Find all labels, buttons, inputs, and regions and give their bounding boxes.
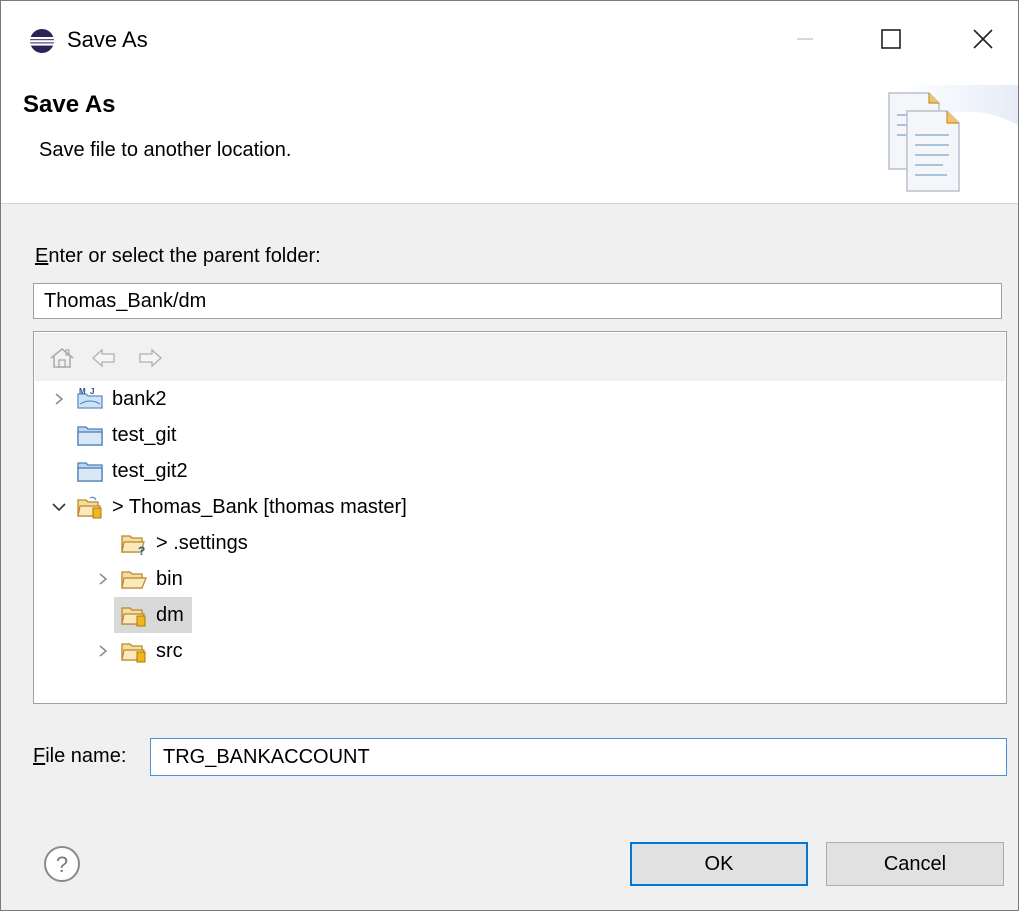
- chevron-down-icon[interactable]: [48, 496, 70, 518]
- parent-folder-label-mnemonic: E: [35, 245, 49, 267]
- open-folder-icon: [120, 566, 148, 592]
- tree-item-label: > .settings: [156, 531, 248, 554]
- chevron-right-icon[interactable]: [48, 388, 70, 410]
- chevron-right-icon[interactable]: [92, 640, 114, 662]
- tracked-folder-icon: [120, 638, 148, 664]
- eclipse-icon: [30, 29, 54, 53]
- tree-item-bin[interactable]: bin: [92, 561, 183, 597]
- tree-item-label: > Thomas_Bank [thomas master]: [112, 495, 407, 518]
- maximize-button[interactable]: [868, 17, 914, 61]
- tracked-folder-icon: [120, 602, 148, 628]
- window-title: Save As: [67, 27, 148, 52]
- cancel-button[interactable]: Cancel: [826, 842, 1004, 886]
- closed-folder-icon: [76, 458, 104, 484]
- dialog-banner: Save As Save file to another location.: [1, 73, 1018, 204]
- svg-text:J: J: [90, 387, 94, 396]
- file-name-label-text: ile name:: [45, 745, 127, 767]
- parent-folder-input[interactable]: [33, 283, 1002, 319]
- forward-arrow-icon[interactable]: [137, 347, 163, 369]
- ok-button[interactable]: OK: [630, 842, 808, 886]
- tree-item-label: bank2: [112, 387, 167, 410]
- close-button[interactable]: [960, 17, 1006, 61]
- tree-item-label: test_git: [112, 423, 177, 446]
- back-arrow-icon[interactable]: [91, 347, 117, 369]
- tree-item-src[interactable]: src: [92, 633, 183, 669]
- tree-item-label: src: [156, 639, 183, 662]
- tree-item-label: test_git2: [112, 459, 188, 482]
- closed-folder-icon: [76, 422, 104, 448]
- tree-item-bank2[interactable]: M J bank2: [48, 381, 167, 417]
- documents-icon: [888, 85, 1018, 192]
- selection-highlight: dm: [114, 597, 192, 633]
- banner-description: Save file to another location.: [39, 139, 292, 161]
- file-name-input[interactable]: [150, 738, 1007, 776]
- minimize-button[interactable]: [782, 17, 828, 61]
- minimize-icon: [797, 38, 813, 40]
- file-name-label: File name:: [33, 745, 126, 768]
- tree-item-label: dm: [156, 603, 184, 626]
- file-name-label-mnemonic: F: [33, 745, 46, 767]
- home-icon[interactable]: [49, 347, 75, 369]
- untracked-folder-icon: ?: [120, 530, 148, 556]
- save-as-dialog: Save As Save As Save file to another loc…: [0, 0, 1019, 911]
- tree-item-test-git[interactable]: test_git: [48, 417, 176, 453]
- maven-project-icon: M J: [76, 386, 104, 412]
- close-icon: [973, 29, 993, 49]
- svg-text:?: ?: [56, 852, 68, 877]
- tree-item-dm[interactable]: dm: [92, 597, 192, 633]
- title-bar: Save As: [1, 1, 1018, 73]
- banner-title: Save As: [23, 91, 116, 118]
- parent-folder-label-text: nter or select the parent folder:: [48, 245, 321, 267]
- folder-tree: M J bank2 test_git test_git2 > Thomas_Ba…: [33, 331, 1007, 704]
- tree-item-settings[interactable]: ? > .settings: [92, 525, 248, 561]
- tree-item-thomas-bank[interactable]: > Thomas_Bank [thomas master]: [48, 489, 407, 525]
- git-project-icon: [76, 494, 104, 520]
- svg-text:M: M: [79, 387, 86, 396]
- help-icon[interactable]: ?: [43, 845, 81, 883]
- maximize-icon: [881, 29, 901, 49]
- chevron-right-icon[interactable]: [92, 568, 114, 590]
- tree-toolbar: [35, 333, 1005, 381]
- tree-item-label: bin: [156, 567, 183, 590]
- parent-folder-label: Enter or select the parent folder:: [35, 245, 321, 268]
- tree-item-test-git2[interactable]: test_git2: [48, 453, 188, 489]
- svg-text:?: ?: [138, 544, 145, 556]
